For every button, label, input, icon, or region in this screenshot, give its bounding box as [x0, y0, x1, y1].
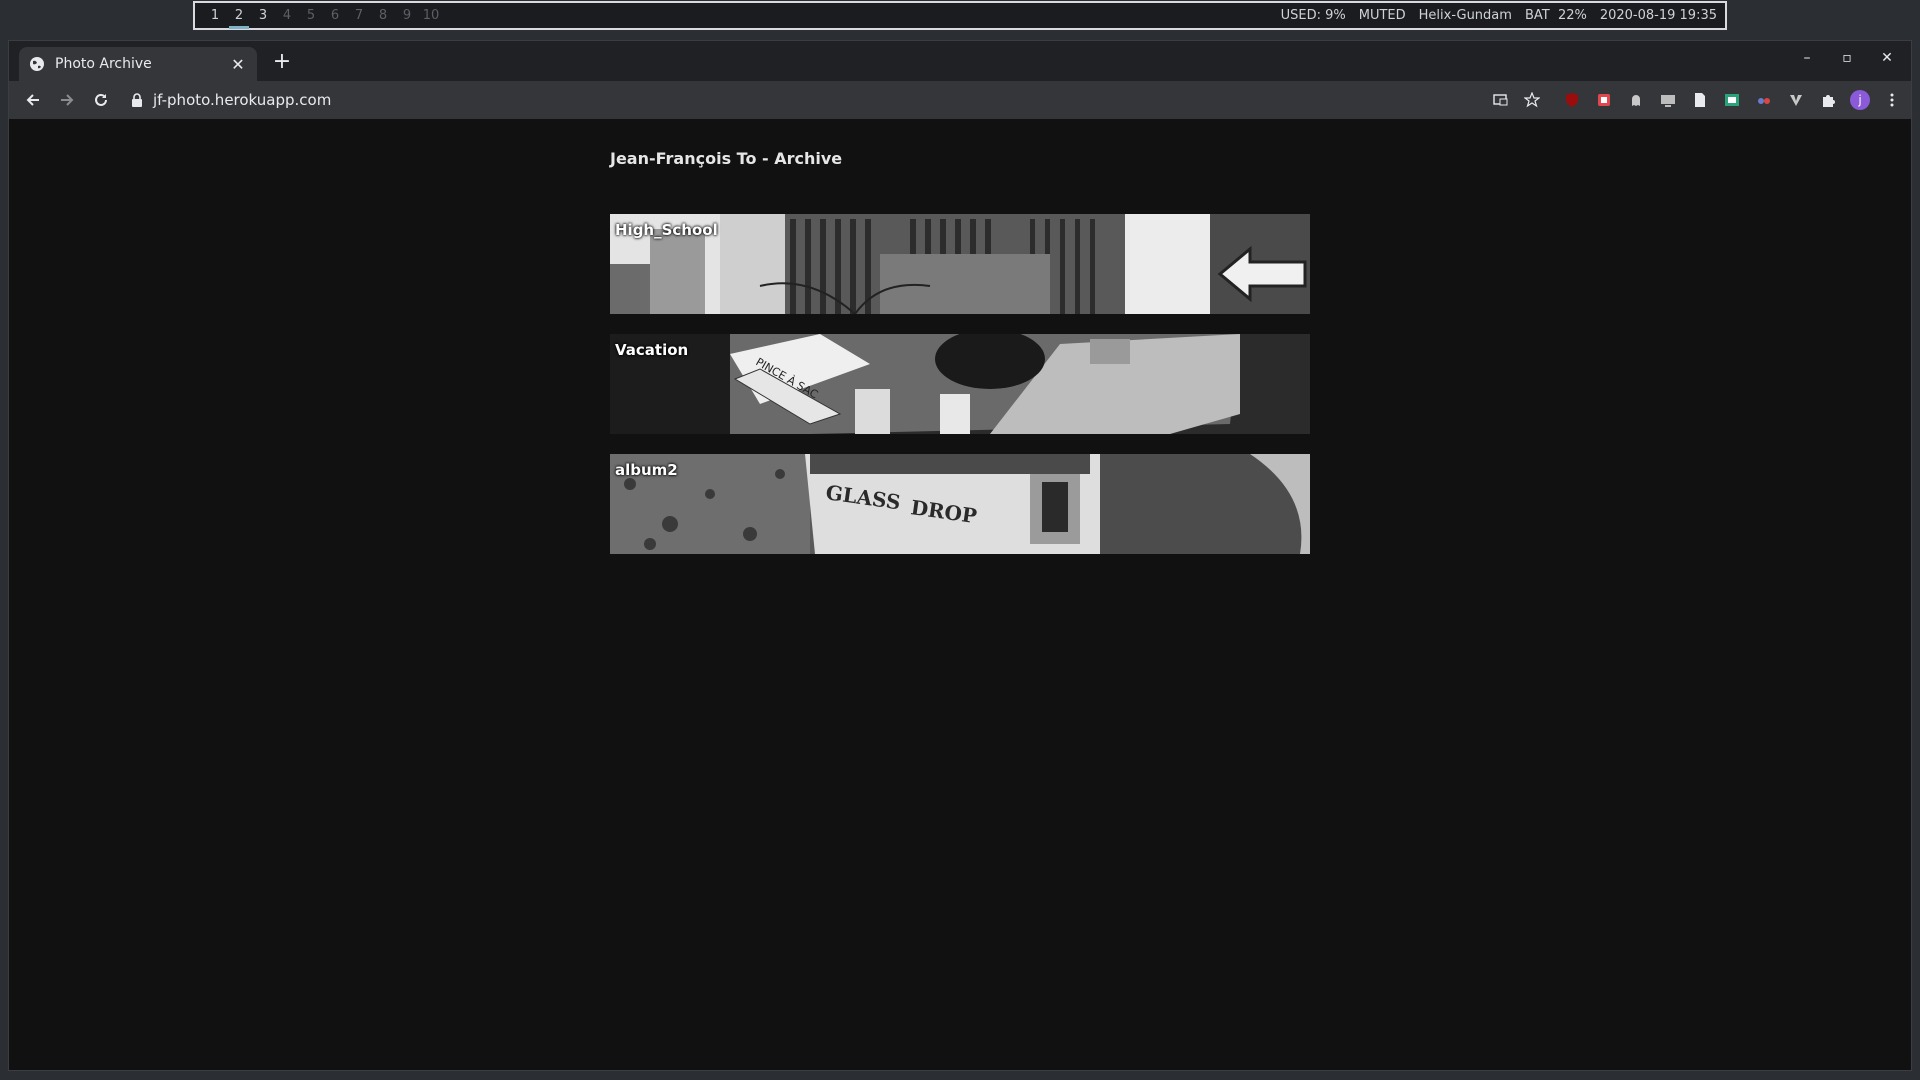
ublock-icon [1566, 93, 1578, 107]
extension-ublock[interactable] [1559, 87, 1585, 113]
extension-4[interactable] [1655, 87, 1681, 113]
kebab-menu-icon [1890, 93, 1894, 107]
address-bar[interactable]: jf-photo.herokuapp.com [131, 91, 331, 109]
cast-icon [1493, 94, 1508, 106]
arrow-left-icon [26, 94, 39, 106]
workspace-10[interactable]: 10 [419, 3, 443, 28]
browser-toolbar: jf-photo.herokuapp.com j [9, 81, 1911, 119]
globe-icon [30, 57, 44, 71]
extension-2[interactable] [1591, 87, 1617, 113]
tab-strip: Photo Archive ✕ + – ▫ ✕ [9, 41, 1911, 81]
document-icon [1695, 93, 1705, 107]
extension-5[interactable] [1687, 87, 1713, 113]
workspace-6[interactable]: 6 [323, 3, 347, 28]
arrow-right-icon [61, 94, 74, 106]
hostname: Helix-Gundam [1418, 8, 1512, 23]
extension-8[interactable] [1783, 87, 1809, 113]
tdx-icon [1725, 94, 1739, 106]
workspace-8[interactable]: 8 [371, 3, 395, 28]
battery-status: BAT 22% [1524, 8, 1587, 23]
red-box-icon [1598, 94, 1610, 106]
close-tab-icon[interactable]: ✕ [229, 55, 247, 74]
workspace-9[interactable]: 9 [395, 3, 419, 28]
extension-7[interactable] [1751, 87, 1777, 113]
system-indicators: USED: 9% MUTED Helix-Gundam BAT 22% 2020… [1281, 8, 1725, 23]
workspace-2[interactable]: 2 [227, 3, 251, 29]
extensions-menu-button[interactable] [1815, 87, 1841, 113]
album-card-vacation[interactable]: PINCE À SAC Vacation [610, 334, 1310, 434]
reload-icon [95, 93, 107, 106]
workspace-5[interactable]: 5 [299, 3, 323, 28]
bookmark-button[interactable] [1519, 87, 1545, 113]
tab-title: Photo Archive [55, 56, 152, 72]
album-label: album2 [615, 461, 678, 479]
close-window-icon[interactable]: ✕ [1867, 47, 1907, 69]
monitor-icon [1661, 95, 1675, 107]
puzzle-icon [1823, 95, 1835, 107]
extension-area: j [1487, 81, 1905, 119]
profile-button[interactable]: j [1847, 87, 1873, 113]
extension-6[interactable] [1719, 87, 1745, 113]
vimium-icon [1790, 95, 1802, 106]
page-title: Jean-François To - Archive [610, 149, 843, 168]
reload-button[interactable] [85, 84, 117, 116]
back-button[interactable] [17, 84, 49, 116]
workspace-7[interactable]: 7 [347, 3, 371, 28]
browser-menu-button[interactable] [1879, 87, 1905, 113]
workspace-3[interactable]: 3 [251, 3, 275, 28]
url-text: jf-photo.herokuapp.com [153, 91, 332, 109]
new-tab-button[interactable]: + [269, 49, 295, 74]
avatar: j [1850, 90, 1870, 110]
window-controls: – ▫ ✕ [1787, 47, 1907, 69]
workspace-1[interactable]: 1 [203, 3, 227, 28]
extension-3[interactable] [1623, 87, 1649, 113]
page-content: Jean-François To - Archive High_School P… [9, 119, 1911, 1070]
ghost-icon [1632, 95, 1640, 106]
volume-status: MUTED [1358, 8, 1406, 23]
album-cover-image: PINCE À SAC [610, 334, 1310, 434]
workspace-switcher: 1 2 3 4 5 6 7 8 9 10 [195, 3, 443, 29]
workspace-4[interactable]: 4 [275, 3, 299, 28]
album-card-album2[interactable]: GLASS DROP album2 [610, 454, 1310, 554]
lock-icon [132, 93, 142, 107]
browser-window: Photo Archive ✕ + – ▫ ✕ jf-photo.herokua… [8, 40, 1912, 1071]
forward-button[interactable] [51, 84, 83, 116]
cast-button[interactable] [1487, 87, 1513, 113]
tab-photo-archive[interactable]: Photo Archive ✕ [19, 47, 257, 81]
maximize-icon[interactable]: ▫ [1827, 47, 1867, 69]
album-label: Vacation [615, 341, 689, 359]
disk-usage: USED: 9% [1280, 8, 1346, 23]
album-label: High_School [615, 221, 718, 239]
star-icon [1524, 92, 1540, 108]
system-status-bar: 1 2 3 4 5 6 7 8 9 10 USED: 9% MUTED Heli… [193, 1, 1727, 30]
clock: 2020-08-19 19:35 [1599, 8, 1717, 23]
glasses-icon [1758, 98, 1770, 104]
album-card-high-school[interactable]: High_School [610, 214, 1310, 314]
minimize-icon[interactable]: – [1787, 47, 1827, 69]
album-cover-image: GLASS DROP [610, 454, 1310, 554]
